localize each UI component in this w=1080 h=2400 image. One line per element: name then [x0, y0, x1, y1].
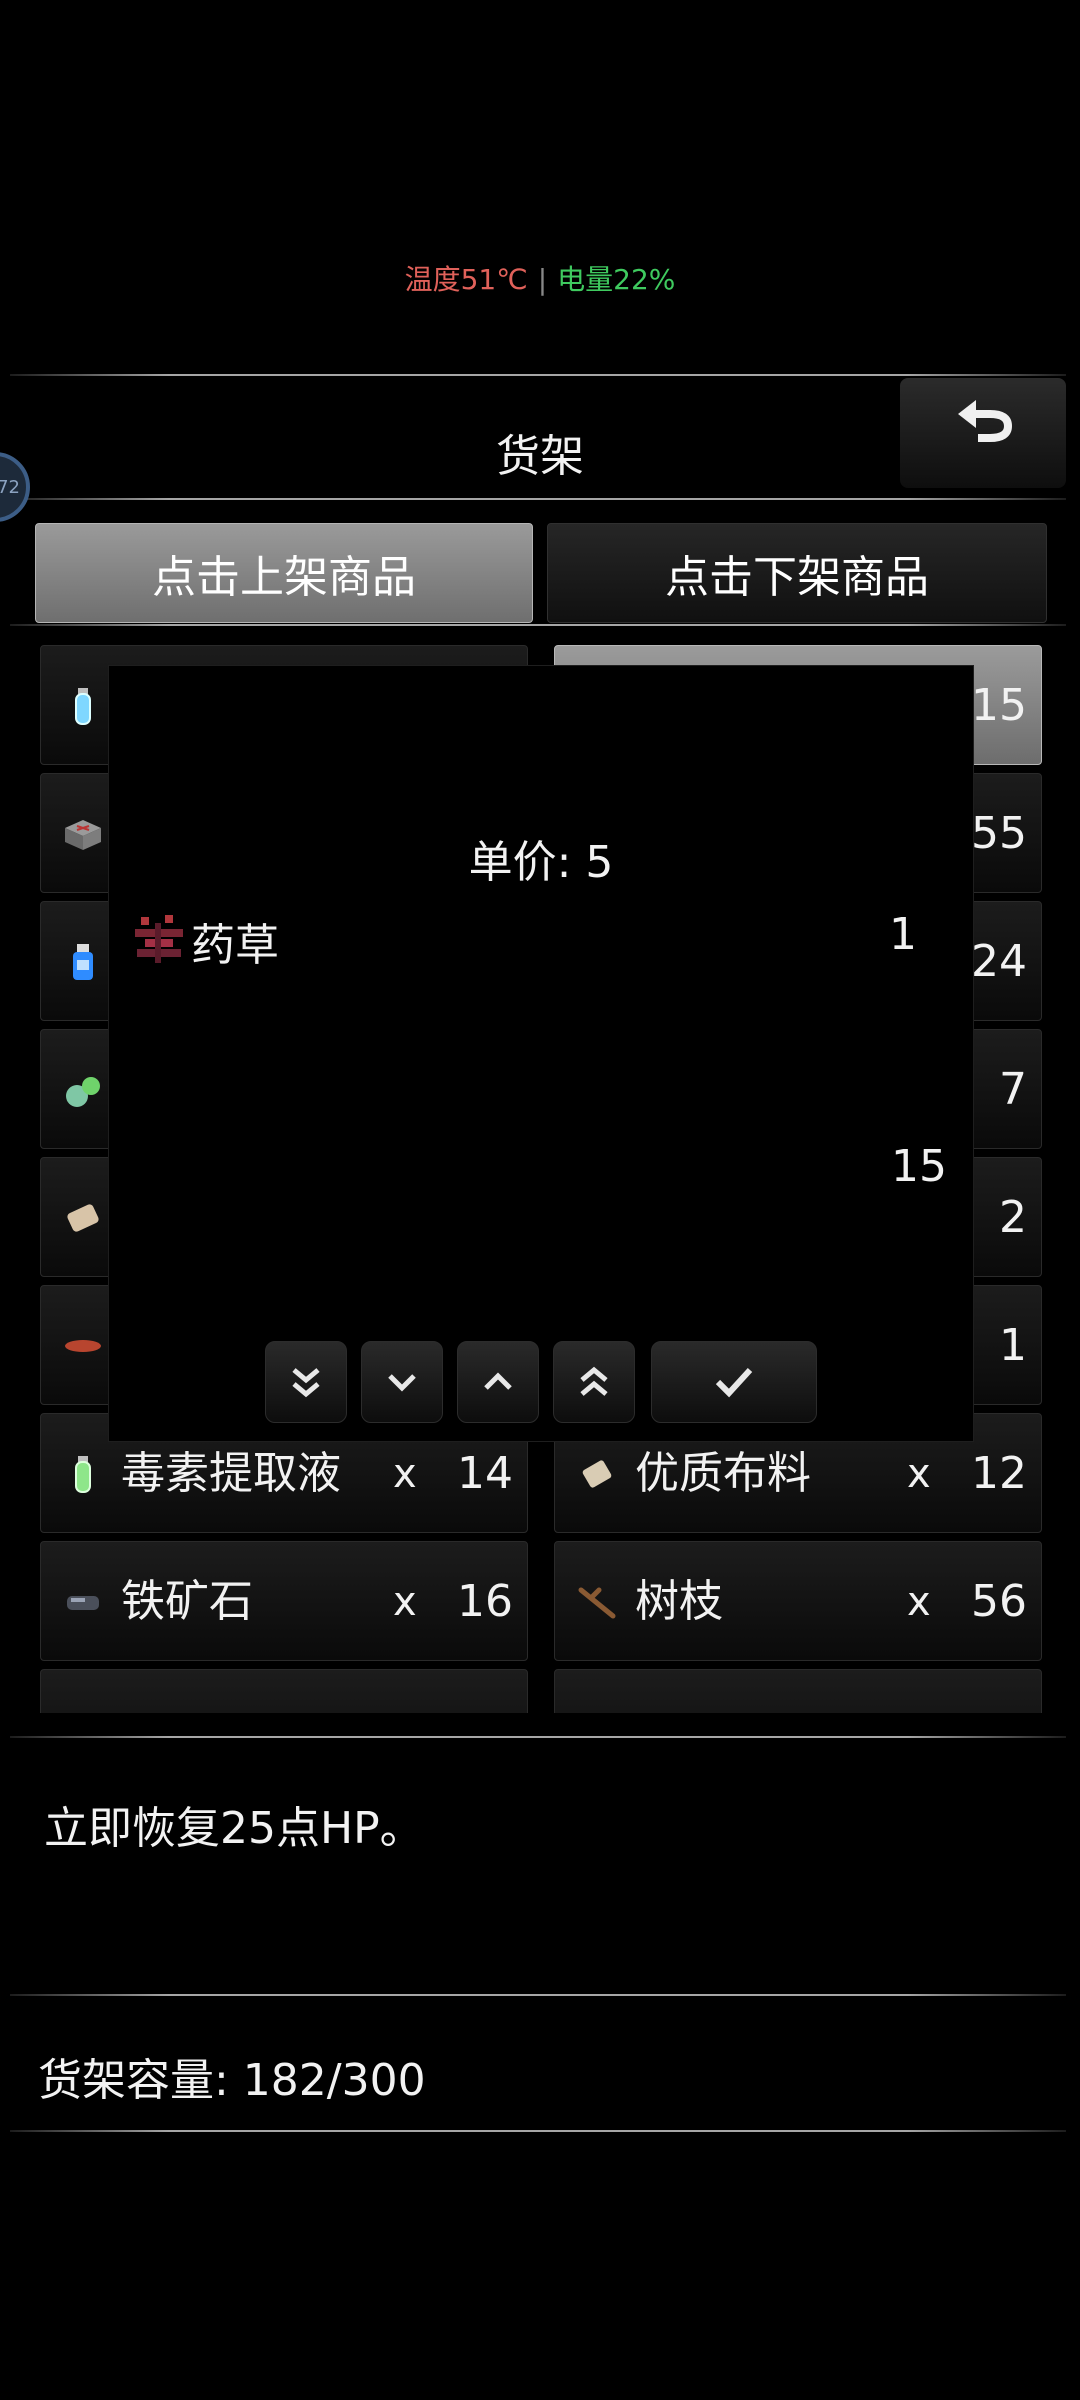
- device-status: 温度51℃ | 电量22%: [0, 258, 1080, 298]
- grid-bottom-divider: [10, 1736, 1066, 1738]
- inventory-item[interactable]: 铁矿石 x 16: [40, 1541, 528, 1661]
- inventory-item[interactable]: [40, 1669, 528, 1713]
- item-name: 树枝: [635, 1576, 723, 1627]
- inventory-item[interactable]: 树枝 x 56: [554, 1541, 1042, 1661]
- page-title: 货架: [496, 431, 584, 482]
- dialog-quantity: 1: [889, 909, 917, 960]
- footer-divider: [10, 2130, 1066, 2132]
- branch-icon: [578, 1587, 616, 1619]
- bandage-icon: [67, 1204, 99, 1232]
- item-name: 铁矿石: [121, 1576, 253, 1627]
- decrease-max-button[interactable]: [265, 1341, 347, 1423]
- potion-vial-icon: [75, 688, 91, 725]
- cloth-icon: [582, 1460, 612, 1488]
- double-chevron-up-icon: [580, 1366, 608, 1396]
- item-multiplier: x: [907, 1579, 931, 1625]
- item-description: 立即恢复25点HP。: [44, 1803, 424, 1854]
- temperature-text: 温度51℃: [404, 263, 528, 296]
- item-quantity: 16: [457, 1576, 513, 1627]
- item-quantity: 56: [971, 1576, 1027, 1627]
- iron-ore-icon: [67, 1596, 99, 1610]
- herb-icon: [135, 915, 183, 963]
- potion-vial-icon: [75, 1456, 91, 1493]
- red-leaf-icon: [65, 1340, 101, 1352]
- item-quantity: 2: [999, 1192, 1027, 1243]
- chevron-down-icon: [388, 1374, 416, 1392]
- item-quantity: 1: [999, 1320, 1027, 1371]
- header-bottom-divider: [10, 498, 1066, 500]
- increase-button[interactable]: [457, 1341, 539, 1423]
- inventory-item[interactable]: [554, 1669, 1042, 1713]
- unit-price: 单价: 5: [468, 837, 614, 888]
- tab-unshelve-goods[interactable]: 点击下架商品: [547, 523, 1047, 623]
- shelve-quantity-dialog: 单价: 5 药草 1 15: [108, 665, 974, 1442]
- battery-text: 电量22%: [557, 263, 676, 296]
- item-quantity: 12: [971, 1448, 1027, 1499]
- item-quantity: 55: [971, 808, 1027, 859]
- confirm-button[interactable]: [651, 1341, 817, 1423]
- checkmark-icon: [715, 1367, 753, 1398]
- decrease-button[interactable]: [361, 1341, 443, 1423]
- green-crystal-icon: [66, 1077, 100, 1107]
- item-quantity: 7: [999, 1064, 1027, 1115]
- double-chevron-down-icon: [292, 1368, 320, 1398]
- tabs-divider: [10, 624, 1066, 626]
- status-separator: |: [537, 263, 548, 296]
- header-top-divider: [10, 374, 1066, 376]
- shelf-capacity: 货架容量: 182/300: [38, 2055, 426, 2106]
- dialog-total: 15: [891, 1141, 947, 1192]
- dialog-item-name: 药草: [191, 920, 279, 971]
- tab-shelve-goods[interactable]: 点击上架商品: [35, 523, 533, 623]
- increase-max-button[interactable]: [553, 1341, 635, 1423]
- item-multiplier: x: [393, 1579, 417, 1625]
- spray-bottle-icon: [73, 944, 93, 980]
- description-divider: [10, 1994, 1066, 1996]
- chevron-up-icon: [484, 1372, 512, 1390]
- item-quantity: 24: [971, 936, 1027, 987]
- float-button-label: 72: [0, 476, 20, 498]
- item-quantity: 15: [971, 680, 1027, 731]
- ore-block-icon: [65, 820, 101, 850]
